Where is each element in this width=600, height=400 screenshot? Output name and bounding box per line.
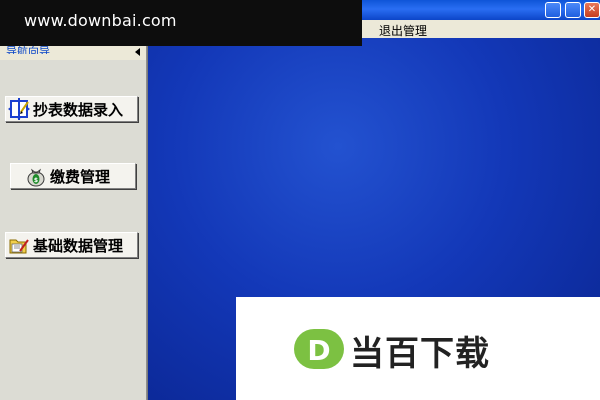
nav-title: 导航向导: [6, 46, 50, 54]
meter-input-icon: [8, 98, 30, 120]
collapse-arrow-icon[interactable]: [135, 48, 140, 56]
menu-item-exit[interactable]: 退出管理: [379, 22, 427, 39]
app-window: ✕ 退出管理 导航向导 抄表数据录入 $ 缴费管理 基础数据管理 www.dow…: [0, 0, 600, 400]
maximize-button[interactable]: [565, 2, 581, 18]
nav-button-base-data[interactable]: 基础数据管理: [5, 232, 138, 258]
money-bag-icon: $: [27, 168, 45, 187]
nav-button-label: 抄表数据录入: [33, 100, 124, 119]
nav-panel: 导航向导 抄表数据录入 $ 缴费管理 基础数据管理: [0, 38, 146, 400]
watermark-logo: D 当百下载: [236, 297, 600, 400]
svg-text:$: $: [34, 177, 38, 184]
nav-header: 导航向导: [0, 46, 146, 61]
nav-button-payment[interactable]: $ 缴费管理: [10, 163, 136, 189]
watermark-url: www.downbai.com: [24, 11, 177, 30]
watermark-logo-text: 当百下载: [350, 334, 490, 374]
close-icon: ✕: [587, 4, 597, 15]
watermark-banner: www.downbai.com: [0, 0, 362, 46]
nav-button-label: 基础数据管理: [33, 236, 124, 255]
logo-letter: D: [307, 334, 330, 367]
minimize-button[interactable]: [545, 2, 561, 18]
folder-edit-icon: [9, 239, 29, 254]
close-button[interactable]: ✕: [584, 2, 600, 18]
downbai-logo-icon: D: [294, 329, 344, 369]
nav-list: 抄表数据录入 $ 缴费管理 基础数据管理: [0, 60, 146, 400]
nav-button-label: 缴费管理: [50, 167, 111, 186]
nav-button-meter-input[interactable]: 抄表数据录入: [5, 96, 138, 122]
